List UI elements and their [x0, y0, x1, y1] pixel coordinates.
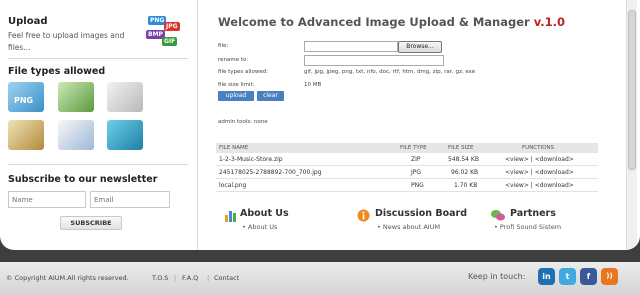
row2-name[interactable]: 245178025-2788892-700_700.jpg [219, 169, 322, 176]
newsletter-heading: Subscribe to our newsletter [8, 174, 158, 185]
gif-badge: GIF [162, 37, 178, 46]
page-title: Welcome to Advanced Image Upload & Manag… [218, 15, 565, 29]
facebook-icon[interactable]: f [580, 268, 597, 285]
row1-name[interactable]: 1-2-3-Music-Store.zip [219, 156, 283, 163]
row1-size: 548.54 KB [448, 156, 479, 163]
row-divider [216, 165, 598, 166]
twitter-icon[interactable]: t [559, 268, 576, 285]
row3-type: PNG [411, 182, 424, 189]
col-file-name: FILE NAME [219, 145, 249, 151]
row1-functions[interactable]: <view> | <download> [505, 156, 574, 163]
title-text: Welcome to Advanced Image Upload & Manag… [218, 15, 530, 29]
footer-link-tos[interactable]: T.O.S [152, 274, 168, 282]
email-input[interactable] [90, 191, 170, 208]
file-types-value: gif, jpg, jpeg, png, txt, nfo, doc, rtf,… [304, 69, 476, 75]
sidebar-divider [8, 58, 188, 59]
gif-image-icon [107, 82, 143, 112]
footer-link-contact[interactable]: Contact [214, 274, 239, 282]
row-divider [216, 191, 598, 192]
row1-type: ZIP [411, 156, 421, 163]
clear-button[interactable]: clear [257, 91, 284, 101]
col-file-type: FILE TYPE [400, 145, 427, 151]
partner-link[interactable]: • Profi Sound Sistem [494, 223, 561, 231]
png-image-icon: PNG [8, 82, 44, 112]
upload-heading: Upload [8, 16, 48, 27]
partner-link-text: Profi Sound Sistem [499, 223, 562, 231]
jpg-badge: JPG [164, 22, 180, 31]
footer-separator: | [174, 274, 177, 282]
upload-description: Feel free to upload images and files... [8, 31, 125, 52]
sidebar: Upload Feel free to upload images and fi… [0, 0, 198, 250]
footer-separator: | [207, 274, 210, 282]
file-label: file: [218, 43, 229, 49]
linkedin-icon[interactable]: in [538, 268, 555, 285]
about-us-link[interactable]: • About Us [242, 223, 277, 231]
about-us-link-text: About Us [247, 223, 278, 231]
name-input[interactable] [8, 191, 86, 208]
bar-chart-icon [224, 207, 237, 222]
file-input[interactable] [304, 41, 398, 52]
page: Upload Feel free to upload images and fi… [0, 0, 640, 295]
row-divider [216, 178, 598, 179]
discussion-board-heading: Discussion Board [375, 208, 468, 219]
scrollbar-thumb[interactable] [628, 10, 636, 170]
copyright: © Copyright AIUM.All rights reserved. [6, 274, 129, 282]
image-formats-icon: PNG JPG BMP GIF [146, 14, 184, 48]
subscribe-button[interactable]: SUBSCRIBE [60, 216, 122, 230]
row2-size: 96.02 KB [451, 169, 479, 176]
about-us-heading: About Us [240, 208, 289, 219]
news-link[interactable]: • News about AIUM [377, 223, 440, 231]
rename-input[interactable] [304, 55, 444, 66]
col-functions: FUNCTIONS [522, 145, 555, 151]
scrollbar[interactable] [626, 0, 637, 250]
row2-type: JPG [411, 169, 422, 176]
file-size-value: 10 MB [304, 82, 322, 88]
keep-in-touch-label: Keep in touch: [468, 272, 526, 281]
document-icon [58, 120, 94, 150]
content-panel: Upload Feel free to upload images and fi… [0, 0, 640, 250]
browse-button[interactable]: Browse... [398, 41, 442, 53]
partners-heading: Partners [510, 208, 556, 219]
rss-icon[interactable]: )) [601, 268, 618, 285]
news-link-text: News about AIUM [382, 223, 441, 231]
sidebar-divider [8, 164, 188, 165]
upload-button[interactable]: upload [218, 91, 254, 101]
jpg-photo-icon [58, 82, 94, 112]
row3-functions[interactable]: <view> | <download> [505, 182, 574, 189]
row3-name[interactable]: local.png [219, 182, 246, 189]
file-size-label: file size limit: [218, 82, 255, 88]
disc-icon [107, 120, 143, 150]
col-file-size: FILE SIZE [448, 145, 474, 151]
footer-link-faq[interactable]: F.A.Q [182, 274, 198, 282]
row3-size: 1.70 KB [454, 182, 478, 189]
zip-archive-icon [8, 120, 44, 150]
row2-functions[interactable]: <view> | <download> [505, 169, 574, 176]
info-icon [357, 207, 370, 222]
file-types-label: file types allowed: [218, 69, 269, 75]
file-types-heading: File types allowed [8, 66, 106, 77]
rename-label: rename to: [218, 57, 249, 63]
version-label: v.1.0 [533, 15, 566, 29]
admin-tools: admin tools: none [218, 119, 268, 125]
chat-icon [491, 207, 505, 221]
